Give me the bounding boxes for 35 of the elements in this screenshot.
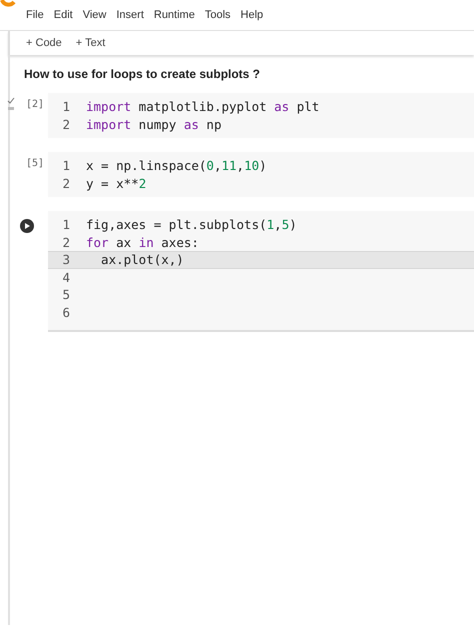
line-number: 4: [61, 270, 70, 285]
code-editor[interactable]: 1 fig,axes = plt.subplots(1,5) 2 for ax in axes: 3 ax.plot(x,) 4 5 6: [48, 211, 474, 332]
add-button[interactable]: + Text: [72, 35, 110, 51]
line-number: 1: [61, 158, 70, 174]
code-editor[interactable]: 1 import matplotlib.pyplot as plt 2 import numpy as np: [48, 93, 474, 138]
execution-count: [2]: [26, 99, 44, 110]
line-number: 2: [61, 234, 70, 250]
code-editor[interactable]: 1 x = np.linspace(0,11,10) 2 y = x**2: [48, 152, 474, 197]
code-line: y = x**2: [86, 176, 146, 191]
line-number: 2: [61, 116, 70, 132]
play-icon: [23, 222, 31, 230]
line-number: 1: [61, 217, 70, 232]
line-number: 5: [61, 287, 70, 302]
line-number: 1: [61, 99, 70, 114]
line-number: 3: [61, 252, 70, 268]
add-button[interactable]: + Code: [22, 35, 66, 51]
code-line: for ax in axes:: [86, 234, 199, 250]
code-line: x = np.linspace(0,11,10): [86, 158, 267, 174]
menu-item[interactable]: File: [26, 9, 44, 21]
execution-count: [5]: [26, 158, 44, 169]
code-line: import matplotlib.pyplot as plt: [86, 99, 320, 114]
menu-item[interactable]: Edit: [54, 9, 73, 21]
line-number: 6: [61, 304, 70, 320]
code-line: import numpy as np: [86, 116, 222, 132]
menu-item[interactable]: Tools: [204, 9, 231, 21]
line-number: 2: [61, 176, 70, 191]
code-line: fig,axes = plt.subplots(1,5): [86, 217, 297, 232]
menu-item[interactable]: View: [82, 9, 106, 21]
menu-item[interactable]: Insert: [116, 9, 144, 21]
check-icon: [7, 97, 15, 111]
cell-heading: How to use for loops to create subplots ?: [24, 67, 262, 81]
menu-item[interactable]: Help: [240, 9, 264, 21]
run-button[interactable]: [20, 219, 34, 233]
code-line: ax.plot(x,): [100, 252, 184, 268]
menu-item[interactable]: Runtime: [154, 9, 195, 21]
